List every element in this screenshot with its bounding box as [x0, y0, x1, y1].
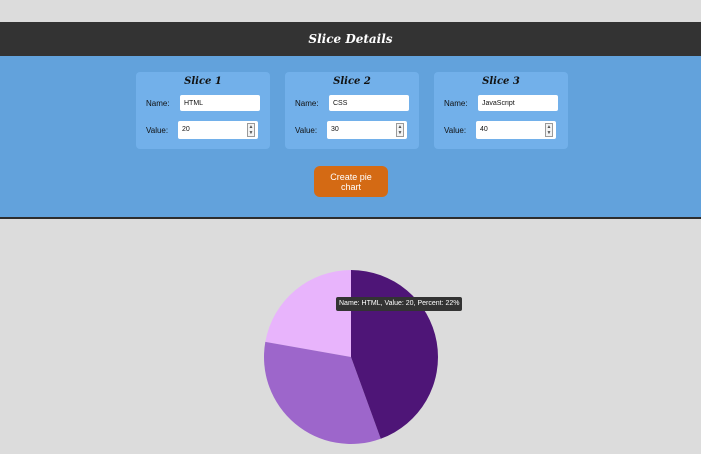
name-label: Name:: [295, 99, 319, 108]
pie-slice-html[interactable]: [265, 270, 351, 357]
slice-card-1: Slice 1 Name: Value: 20 ▲ ▼: [136, 72, 270, 149]
spin-down-icon[interactable]: ▼: [546, 130, 552, 136]
slice-title: Slice 1: [184, 76, 222, 87]
slice-title: Slice 2: [333, 76, 371, 87]
slice-1-value-input[interactable]: 20 ▲ ▼: [178, 121, 258, 139]
name-label: Name:: [146, 99, 170, 108]
slice-form-panel: Slice 1 Name: Value: 20 ▲ ▼ Slice 2 Name…: [0, 56, 701, 219]
pie-chart: [263, 270, 439, 444]
slice-3-name-input[interactable]: [478, 95, 558, 111]
value-label: Value:: [146, 126, 169, 135]
slice-tooltip: Name: HTML, Value: 20, Percent: 22%: [336, 297, 463, 311]
create-pie-chart-button[interactable]: Create pie chart: [314, 166, 388, 197]
slice-card-2: Slice 2 Name: Value: 30 ▲ ▼: [285, 72, 419, 149]
spin-down-icon[interactable]: ▼: [248, 130, 254, 136]
value-label: Value:: [295, 126, 318, 135]
slice-card-3: Slice 3 Name: Value: 40 ▲ ▼: [434, 72, 568, 149]
slice-title: Slice 3: [482, 76, 520, 87]
slice-2-value-input[interactable]: 30 ▲ ▼: [327, 121, 407, 139]
value-text: 40: [480, 126, 488, 133]
chart-area: [0, 219, 701, 449]
slice-2-name-input[interactable]: [329, 95, 409, 111]
value-text: 20: [182, 126, 190, 133]
spin-down-icon[interactable]: ▼: [397, 130, 403, 136]
value-spinner[interactable]: ▲ ▼: [396, 123, 404, 137]
value-text: 30: [331, 126, 339, 133]
slice-3-value-input[interactable]: 40 ▲ ▼: [476, 121, 556, 139]
value-spinner[interactable]: ▲ ▼: [247, 123, 255, 137]
name-label: Name:: [444, 99, 468, 108]
slice-1-name-input[interactable]: [180, 95, 260, 111]
value-spinner[interactable]: ▲ ▼: [545, 123, 553, 137]
value-label: Value:: [444, 126, 467, 135]
header-title: Slice Details: [0, 22, 701, 56]
